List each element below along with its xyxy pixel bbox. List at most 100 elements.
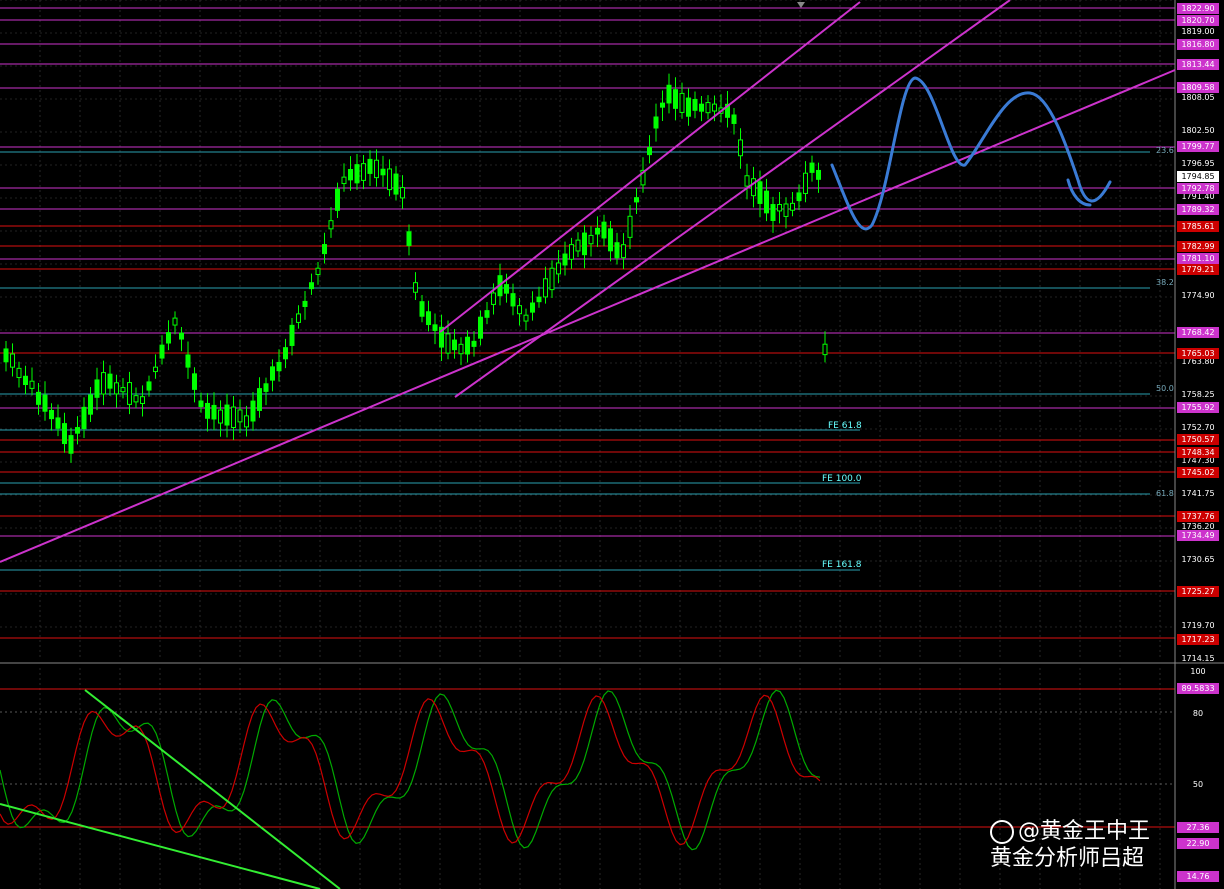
- candle-body: [42, 394, 48, 412]
- fib-level-label: 61.8: [1156, 489, 1174, 498]
- candle-body: [192, 373, 197, 390]
- oscillator-trendline: [0, 803, 321, 889]
- price-tick: 1758.25: [1181, 390, 1215, 399]
- price-tick: 1808.05: [1181, 93, 1215, 102]
- candle-body: [731, 114, 737, 124]
- oscillator-signal-line: [0, 694, 821, 846]
- candle-body: [361, 163, 366, 181]
- candle-body: [419, 301, 425, 317]
- candle-body: [530, 302, 535, 313]
- candle-body: [16, 367, 22, 378]
- candle-body: [107, 373, 113, 389]
- candle-body: [354, 164, 360, 184]
- candle-body: [627, 215, 633, 238]
- candle-body: [133, 395, 139, 403]
- trading-chart-window: 1819.00 1808.05 1802.50 1796.95 1791.40 …: [0, 0, 1224, 889]
- candle-body: [452, 339, 457, 351]
- candle-body: [608, 228, 613, 252]
- price-level-label: 1717.23: [1177, 634, 1219, 645]
- price-chart-canvas[interactable]: [0, 0, 1224, 889]
- candle-body: [647, 146, 652, 156]
- candle-body: [478, 316, 483, 339]
- candle-body: [296, 313, 301, 323]
- candle-body: [588, 234, 594, 245]
- candle-body: [218, 409, 223, 424]
- candle-body: [673, 89, 678, 109]
- candle-body: [471, 340, 477, 347]
- price-level-label: 1725.27: [1177, 586, 1219, 597]
- price-tick: 1714.15: [1181, 654, 1215, 663]
- candle-body: [205, 402, 210, 419]
- candle-body: [432, 324, 438, 331]
- candle-body: [744, 175, 750, 187]
- candle-body: [315, 267, 321, 276]
- candle-body: [276, 361, 282, 372]
- price-level-label: 1822.90: [1177, 3, 1219, 14]
- candle-body: [23, 375, 28, 386]
- watermark-author: 黄金分析师吕超: [990, 846, 1145, 871]
- candle-body: [400, 187, 405, 199]
- candle-body: [777, 204, 782, 212]
- price-tick: 1752.70: [1181, 423, 1215, 432]
- candle-body: [712, 103, 717, 112]
- price-level-label: 1813.44: [1177, 59, 1219, 70]
- candle-body: [458, 343, 464, 355]
- price-tick: 1802.50: [1181, 126, 1215, 135]
- candle-body: [569, 244, 574, 260]
- candle-body: [62, 423, 67, 445]
- candle-body: [393, 173, 399, 195]
- candle-body: [790, 202, 795, 211]
- candle-body: [796, 192, 802, 202]
- candle-body: [803, 172, 808, 194]
- candle-body: [49, 409, 54, 420]
- candle-body: [770, 204, 776, 221]
- candle-body: [764, 190, 769, 214]
- fe-level-label: FE 61.8: [828, 421, 862, 431]
- candle-body: [172, 317, 178, 326]
- candle-body: [484, 310, 490, 318]
- candle-body: [114, 382, 119, 395]
- price-level-label: 1779.21: [1177, 264, 1219, 275]
- candle-body: [387, 168, 392, 191]
- fib-level-label: 23.6: [1156, 146, 1174, 155]
- candle-body: [705, 102, 711, 114]
- candle-body: [679, 92, 685, 113]
- candle-body: [237, 409, 243, 423]
- price-level-label: 1799.77: [1177, 141, 1219, 152]
- candle-body: [692, 98, 698, 111]
- candle-body: [367, 158, 373, 174]
- candle-body: [634, 197, 639, 203]
- candle-body: [250, 400, 256, 422]
- price-level-label: 1820.70: [1177, 15, 1219, 26]
- candle-body: [699, 103, 704, 112]
- price-tick: 1730.65: [1181, 555, 1215, 564]
- candle-body: [68, 435, 74, 454]
- price-level-label: 1734.49: [1177, 530, 1219, 541]
- trendline: [439, 1, 861, 333]
- weibo-icon: [990, 820, 1014, 844]
- weibo-watermark: @黄金王中王 黄金分析师吕超: [990, 818, 1218, 880]
- candle-body: [426, 311, 431, 326]
- candle-body: [198, 400, 204, 408]
- price-level-label: 1792.78: [1177, 183, 1219, 194]
- price-level-label: 1765.03: [1177, 348, 1219, 359]
- trendline: [0, 69, 1176, 563]
- candle-body: [413, 282, 418, 293]
- candle-body: [523, 314, 529, 322]
- candle-body: [660, 102, 665, 108]
- price-level-label: 1748.34: [1177, 447, 1219, 458]
- price-tick: 1819.00: [1181, 27, 1215, 36]
- candle-body: [335, 188, 340, 211]
- candle-body: [686, 97, 691, 117]
- candle-body: [29, 380, 35, 389]
- candle-body: [159, 344, 165, 359]
- candle-body: [322, 244, 327, 255]
- candle-body: [36, 391, 41, 405]
- candle-body: [543, 278, 548, 298]
- price-level-label: 1782.99: [1177, 241, 1219, 252]
- candle-body: [816, 169, 821, 180]
- candle-body: [166, 332, 171, 344]
- fib-level-label: 38.2: [1156, 278, 1174, 287]
- candle-body: [653, 116, 659, 129]
- candle-body: [3, 348, 9, 363]
